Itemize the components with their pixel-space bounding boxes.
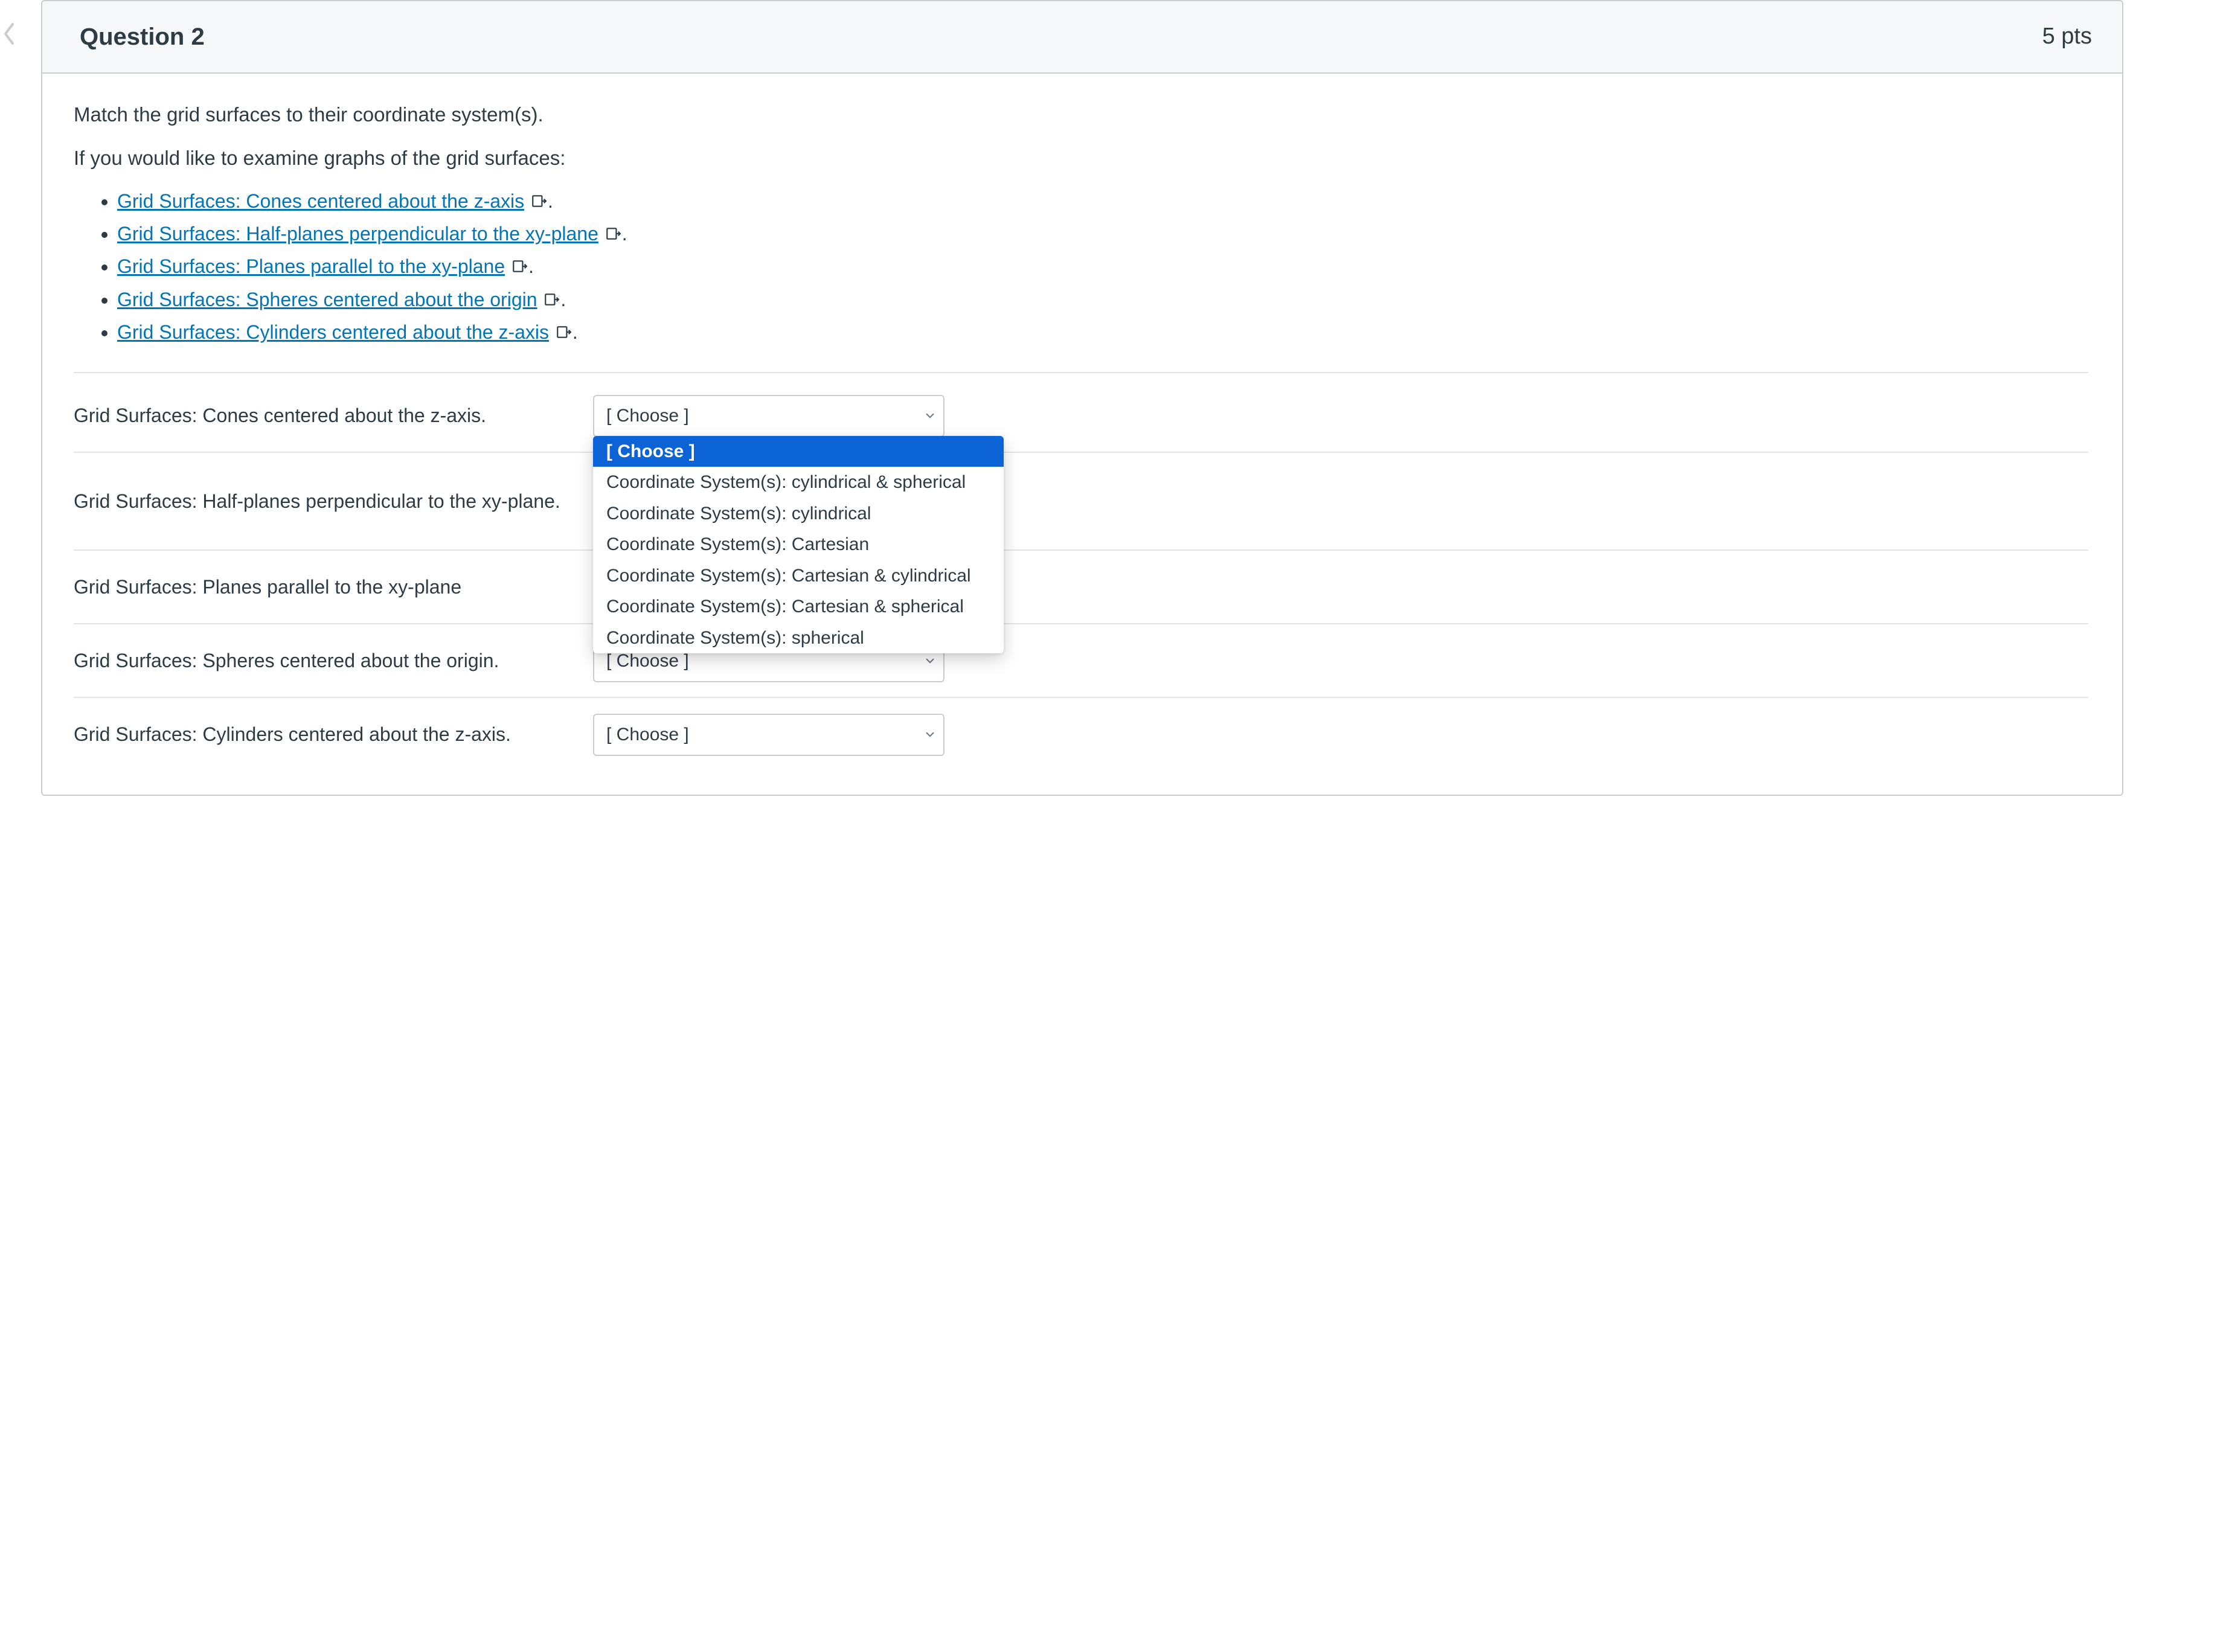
link-suffix: . xyxy=(528,255,534,277)
select-option[interactable]: Coordinate System(s): Cartesian xyxy=(593,529,1004,560)
link-suffix: . xyxy=(573,321,578,343)
external-link-icon xyxy=(512,254,527,281)
link-cones[interactable]: Grid Surfaces: Cones centered about the … xyxy=(117,190,524,212)
question-points: 5 pts xyxy=(2042,20,2092,53)
question-card: Question 2 5 pts Match the grid surfaces… xyxy=(41,0,2123,796)
match-row: Grid Surfaces: Cones centered about the … xyxy=(74,386,2088,446)
link-suffix: . xyxy=(548,190,553,212)
list-item: Grid Surfaces: Half-planes perpendicular… xyxy=(117,220,2088,249)
list-item: Grid Surfaces: Cones centered about the … xyxy=(117,187,2088,216)
list-item: Grid Surfaces: Spheres centered about th… xyxy=(117,286,2088,315)
external-link-icon xyxy=(605,221,621,249)
match-select-options: [ Choose ] Coordinate System(s): cylindr… xyxy=(593,436,1004,654)
match-label: Grid Surfaces: Half-planes perpendicular… xyxy=(74,487,569,515)
link-planes[interactable]: Grid Surfaces: Planes parallel to the xy… xyxy=(117,255,505,277)
match-row: Grid Surfaces: Cylinders centered about … xyxy=(74,697,2088,764)
external-link-icon xyxy=(531,188,547,216)
select-option[interactable]: Coordinate System(s): spherical xyxy=(593,623,1004,654)
prev-question-arrow[interactable] xyxy=(1,22,17,53)
select-option[interactable]: [ Choose ] xyxy=(593,436,1004,467)
match-label: Grid Surfaces: Planes parallel to the xy… xyxy=(74,573,569,601)
external-link-icon xyxy=(544,287,559,315)
match-label: Grid Surfaces: Cones centered about the … xyxy=(74,402,569,429)
match-select[interactable]: [ Choose ] xyxy=(593,395,945,437)
select-option[interactable]: Coordinate System(s): Cartesian & cylind… xyxy=(593,560,1004,592)
select-option[interactable]: Coordinate System(s): cylindrical & sphe… xyxy=(593,467,1004,498)
external-link-icon xyxy=(556,319,571,347)
link-suffix: . xyxy=(560,289,566,310)
list-item: Grid Surfaces: Planes parallel to the xy… xyxy=(117,252,2088,281)
question-header: Question 2 5 pts xyxy=(42,1,2122,74)
match-label: Grid Surfaces: Cylinders centered about … xyxy=(74,720,569,748)
list-item: Grid Surfaces: Cylinders centered about … xyxy=(117,318,2088,347)
reference-links-list: Grid Surfaces: Cones centered about the … xyxy=(74,187,2088,348)
link-halfplanes[interactable]: Grid Surfaces: Half-planes perpendicular… xyxy=(117,223,598,245)
chevron-down-icon xyxy=(924,722,936,748)
select-value: [ Choose ] xyxy=(606,403,689,429)
question-title: Question 2 xyxy=(80,19,205,54)
match-select[interactable]: [ Choose ] xyxy=(593,714,945,756)
chevron-down-icon xyxy=(924,403,936,429)
select-option[interactable]: Coordinate System(s): Cartesian & spheri… xyxy=(593,591,1004,623)
select-option[interactable]: Coordinate System(s): cylindrical xyxy=(593,498,1004,530)
match-row: Grid Surfaces: Planes parallel to the xy… xyxy=(74,549,2088,617)
link-spheres[interactable]: Grid Surfaces: Spheres centered about th… xyxy=(117,289,537,310)
link-suffix: . xyxy=(622,223,627,245)
match-label: Grid Surfaces: Spheres centered about th… xyxy=(74,647,569,674)
match-row: Grid Surfaces: Spheres centered about th… xyxy=(74,623,2088,691)
match-row: Grid Surfaces: Half-planes perpendicular… xyxy=(74,452,2088,543)
instruction-text-2: If you would like to examine graphs of t… xyxy=(74,144,2088,173)
select-value: [ Choose ] xyxy=(606,722,689,748)
instruction-text-1: Match the grid surfaces to their coordin… xyxy=(74,100,2088,129)
divider xyxy=(74,372,2088,373)
question-body: Match the grid surfaces to their coordin… xyxy=(42,74,2122,795)
link-cylinders[interactable]: Grid Surfaces: Cylinders centered about … xyxy=(117,321,549,343)
